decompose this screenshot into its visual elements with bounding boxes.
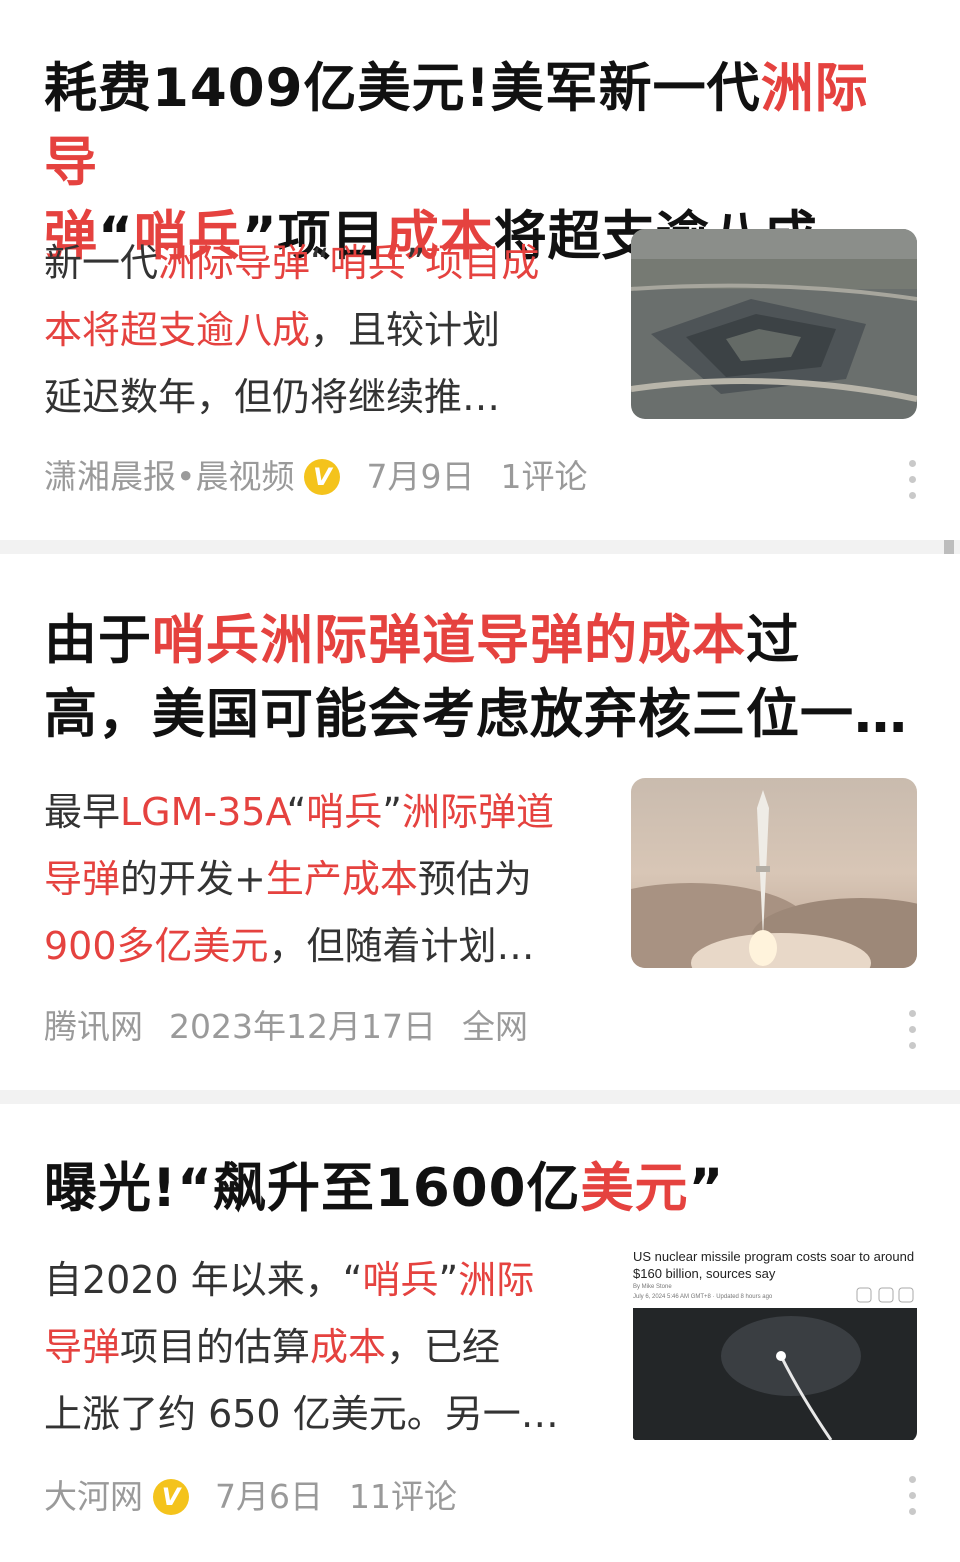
more-options-icon[interactable] [905, 460, 919, 504]
highlighted-keyword: 哨兵 [306, 790, 383, 834]
source-name[interactable]: 腾讯网 [44, 1002, 143, 1052]
text-run: “ [310, 241, 330, 285]
text-run: 新一代 [44, 241, 159, 285]
summary-line: 最早LGM-35A“哨兵”洲际弹道 [44, 779, 604, 846]
summary-line: 自2020 年以来，“哨兵”洲际 [44, 1247, 604, 1314]
highlighted-keyword: 洲际 [458, 1258, 535, 1302]
text-run: “ [286, 790, 307, 834]
text-run: ，且较计划 [310, 308, 501, 352]
summary-line: 本将超支逾八成，且较计划 [44, 297, 604, 364]
highlighted-keyword: 项目成 [425, 241, 540, 285]
text-run: 项目的估算 [120, 1325, 311, 1369]
text-run: 耗费1409亿美元!美军新一代 [44, 58, 761, 119]
article-meta: 潇湘晨报•晨视频 V 7月9日 1评论 [44, 452, 613, 502]
text-run: 过 [746, 610, 800, 671]
text-run: 上涨了约 650 亿美元。另一… [44, 1392, 559, 1436]
article-title[interactable]: 由于哨兵洲际弹道导弹的成本过 高，美国可能会考虑放弃核三位一… [44, 604, 914, 752]
article-summary: 新一代洲际导弹“哨兵”项目成 本将超支逾八成，且较计划 延迟数年，但仍将继续推… [44, 230, 604, 431]
text-run: 由于 [44, 610, 152, 671]
highlighted-keyword: 导弹 [44, 1325, 121, 1369]
highlighted-keyword: 生产成本 [265, 857, 418, 901]
comment-count[interactable]: 全网 [462, 1002, 528, 1052]
highlighted-keyword: 洲际导弹 [158, 241, 311, 285]
highlighted-keyword: 导弹 [44, 857, 121, 901]
summary-line: 上涨了约 650 亿美元。另一… [44, 1381, 604, 1448]
title-line: 高，美国可能会考虑放弃核三位一… [44, 678, 914, 752]
publish-date: 7月9日 [366, 457, 475, 496]
verified-badge-icon: V [304, 459, 341, 495]
missile-launch-photo[interactable] [631, 778, 917, 968]
summary-line: 延迟数年，但仍将继续推… [44, 364, 604, 431]
article-meta: 大河网 V 7月6日 11评论 [44, 1472, 483, 1522]
highlighted-keyword: 哨兵 [329, 241, 406, 285]
source-name[interactable]: 大河网 [44, 1472, 143, 1522]
highlighted-keyword: 美元 [580, 1158, 689, 1219]
highlighted-keyword: LGM-35A [120, 790, 287, 834]
text-run: ，已经 [386, 1325, 501, 1369]
text-run: 高，美国可能会考虑放弃核三位一… [44, 684, 908, 745]
news-screenshot-missile[interactable]: US nuclear missile program costs soar to… [631, 1246, 917, 1442]
title-line: 由于哨兵洲际弹道导弹的成本过 [44, 604, 914, 678]
more-options-icon[interactable] [905, 1476, 919, 1520]
text-run: ” [688, 1158, 725, 1219]
more-options-icon[interactable] [905, 1010, 919, 1054]
article-card-3[interactable]: 曝光!“飙升至1600亿美元” 自2020 年以来，“哨兵”洲际 导弹项目的估算… [0, 1104, 960, 1562]
article-meta: 腾讯网 2023年12月17日 全网 [44, 1002, 554, 1052]
article-card-2[interactable]: 由于哨兵洲际弹道导弹的成本过 高，美国可能会考虑放弃核三位一… 最早LGM-35… [0, 554, 960, 1090]
highlighted-keyword: 洲际弹道 [401, 790, 554, 834]
summary-line: 导弹的开发+生产成本预估为 [44, 846, 604, 913]
article-title[interactable]: 曝光!“飙升至1600亿美元” [44, 1152, 914, 1226]
highlighted-keyword: 哨兵洲际弹道导弹的成本 [152, 610, 746, 671]
text-run: 最早 [44, 790, 121, 834]
highlighted-keyword: 本将超支逾八成 [44, 308, 311, 352]
text-run: 曝光!“飙升至1600亿 [44, 1158, 581, 1219]
highlighted-keyword: 900多亿美元 [44, 924, 269, 968]
text-run: 预估为 [417, 857, 532, 901]
summary-line: 900多亿美元，但随着计划… [44, 913, 604, 980]
pentagon-aerial-photo[interactable] [631, 229, 917, 419]
article-summary: 自2020 年以来，“哨兵”洲际 导弹项目的估算成本，已经 上涨了约 650 亿… [44, 1247, 604, 1448]
publish-date: 2023年12月17日 [169, 1007, 436, 1046]
verified-badge-icon: V [153, 1479, 189, 1515]
highlighted-keyword: 成本 [310, 1325, 387, 1369]
article-summary: 最早LGM-35A“哨兵”洲际弹道 导弹的开发+生产成本预估为 900多亿美元，… [44, 779, 604, 980]
title-line: 曝光!“飙升至1600亿美元” [44, 1152, 914, 1226]
text-run: 延迟数年，但仍将继续推… [44, 375, 501, 419]
text-run: 自2020 年以来，“ [44, 1258, 363, 1302]
title-line: 耗费1409亿美元!美军新一代洲际导 [44, 52, 914, 200]
summary-line: 导弹项目的估算成本，已经 [44, 1314, 604, 1381]
source-name[interactable]: 潇湘晨报•晨视频 [44, 452, 294, 502]
summary-line: 新一代洲际导弹“哨兵”项目成 [44, 230, 604, 297]
text-run: ” [405, 241, 426, 285]
comment-count[interactable]: 1评论 [500, 452, 587, 502]
comment-count[interactable]: 11评论 [349, 1472, 457, 1522]
text-run: ” [382, 790, 402, 834]
highlighted-keyword: 哨兵 [362, 1258, 439, 1302]
publish-date: 7月6日 [215, 1477, 323, 1516]
article-card-1[interactable]: 耗费1409亿美元!美军新一代洲际导 弹“哨兵”项目成本将超支逾八成 新一代洲际… [0, 0, 960, 540]
text-run: ” [438, 1258, 459, 1302]
text-run: 的开发+ [120, 857, 266, 901]
text-run: ，但随着计划… [268, 924, 535, 968]
